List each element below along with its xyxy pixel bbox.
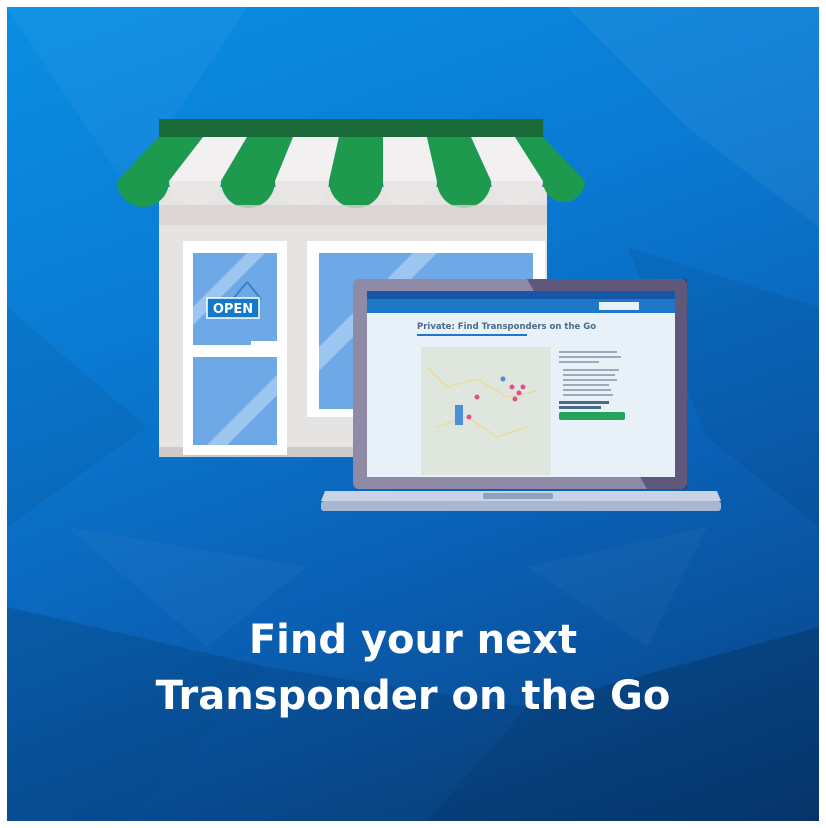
screen-map — [421, 347, 551, 475]
ad-canvas: OPEN Private: Find Transponders on the G… — [7, 7, 819, 821]
storefront-laptop-illustration: OPEN Private: Find Transponders on the G… — [117, 119, 721, 511]
screen-page-title: Private: Find Transponders on the Go — [417, 322, 596, 332]
open-sign-text: OPEN — [213, 302, 253, 317]
laptop: Private: Find Transponders on the Go — [321, 279, 721, 511]
headline: Find your next Transponder on the Go — [7, 612, 819, 724]
headline-line-1: Find your next — [248, 617, 578, 663]
screen-button — [559, 412, 625, 420]
headline-line-2: Transponder on the Go — [155, 673, 671, 719]
screen-topbar — [367, 291, 675, 299]
awning-bar — [159, 119, 543, 137]
awning — [117, 137, 585, 225]
store-door — [183, 241, 287, 455]
